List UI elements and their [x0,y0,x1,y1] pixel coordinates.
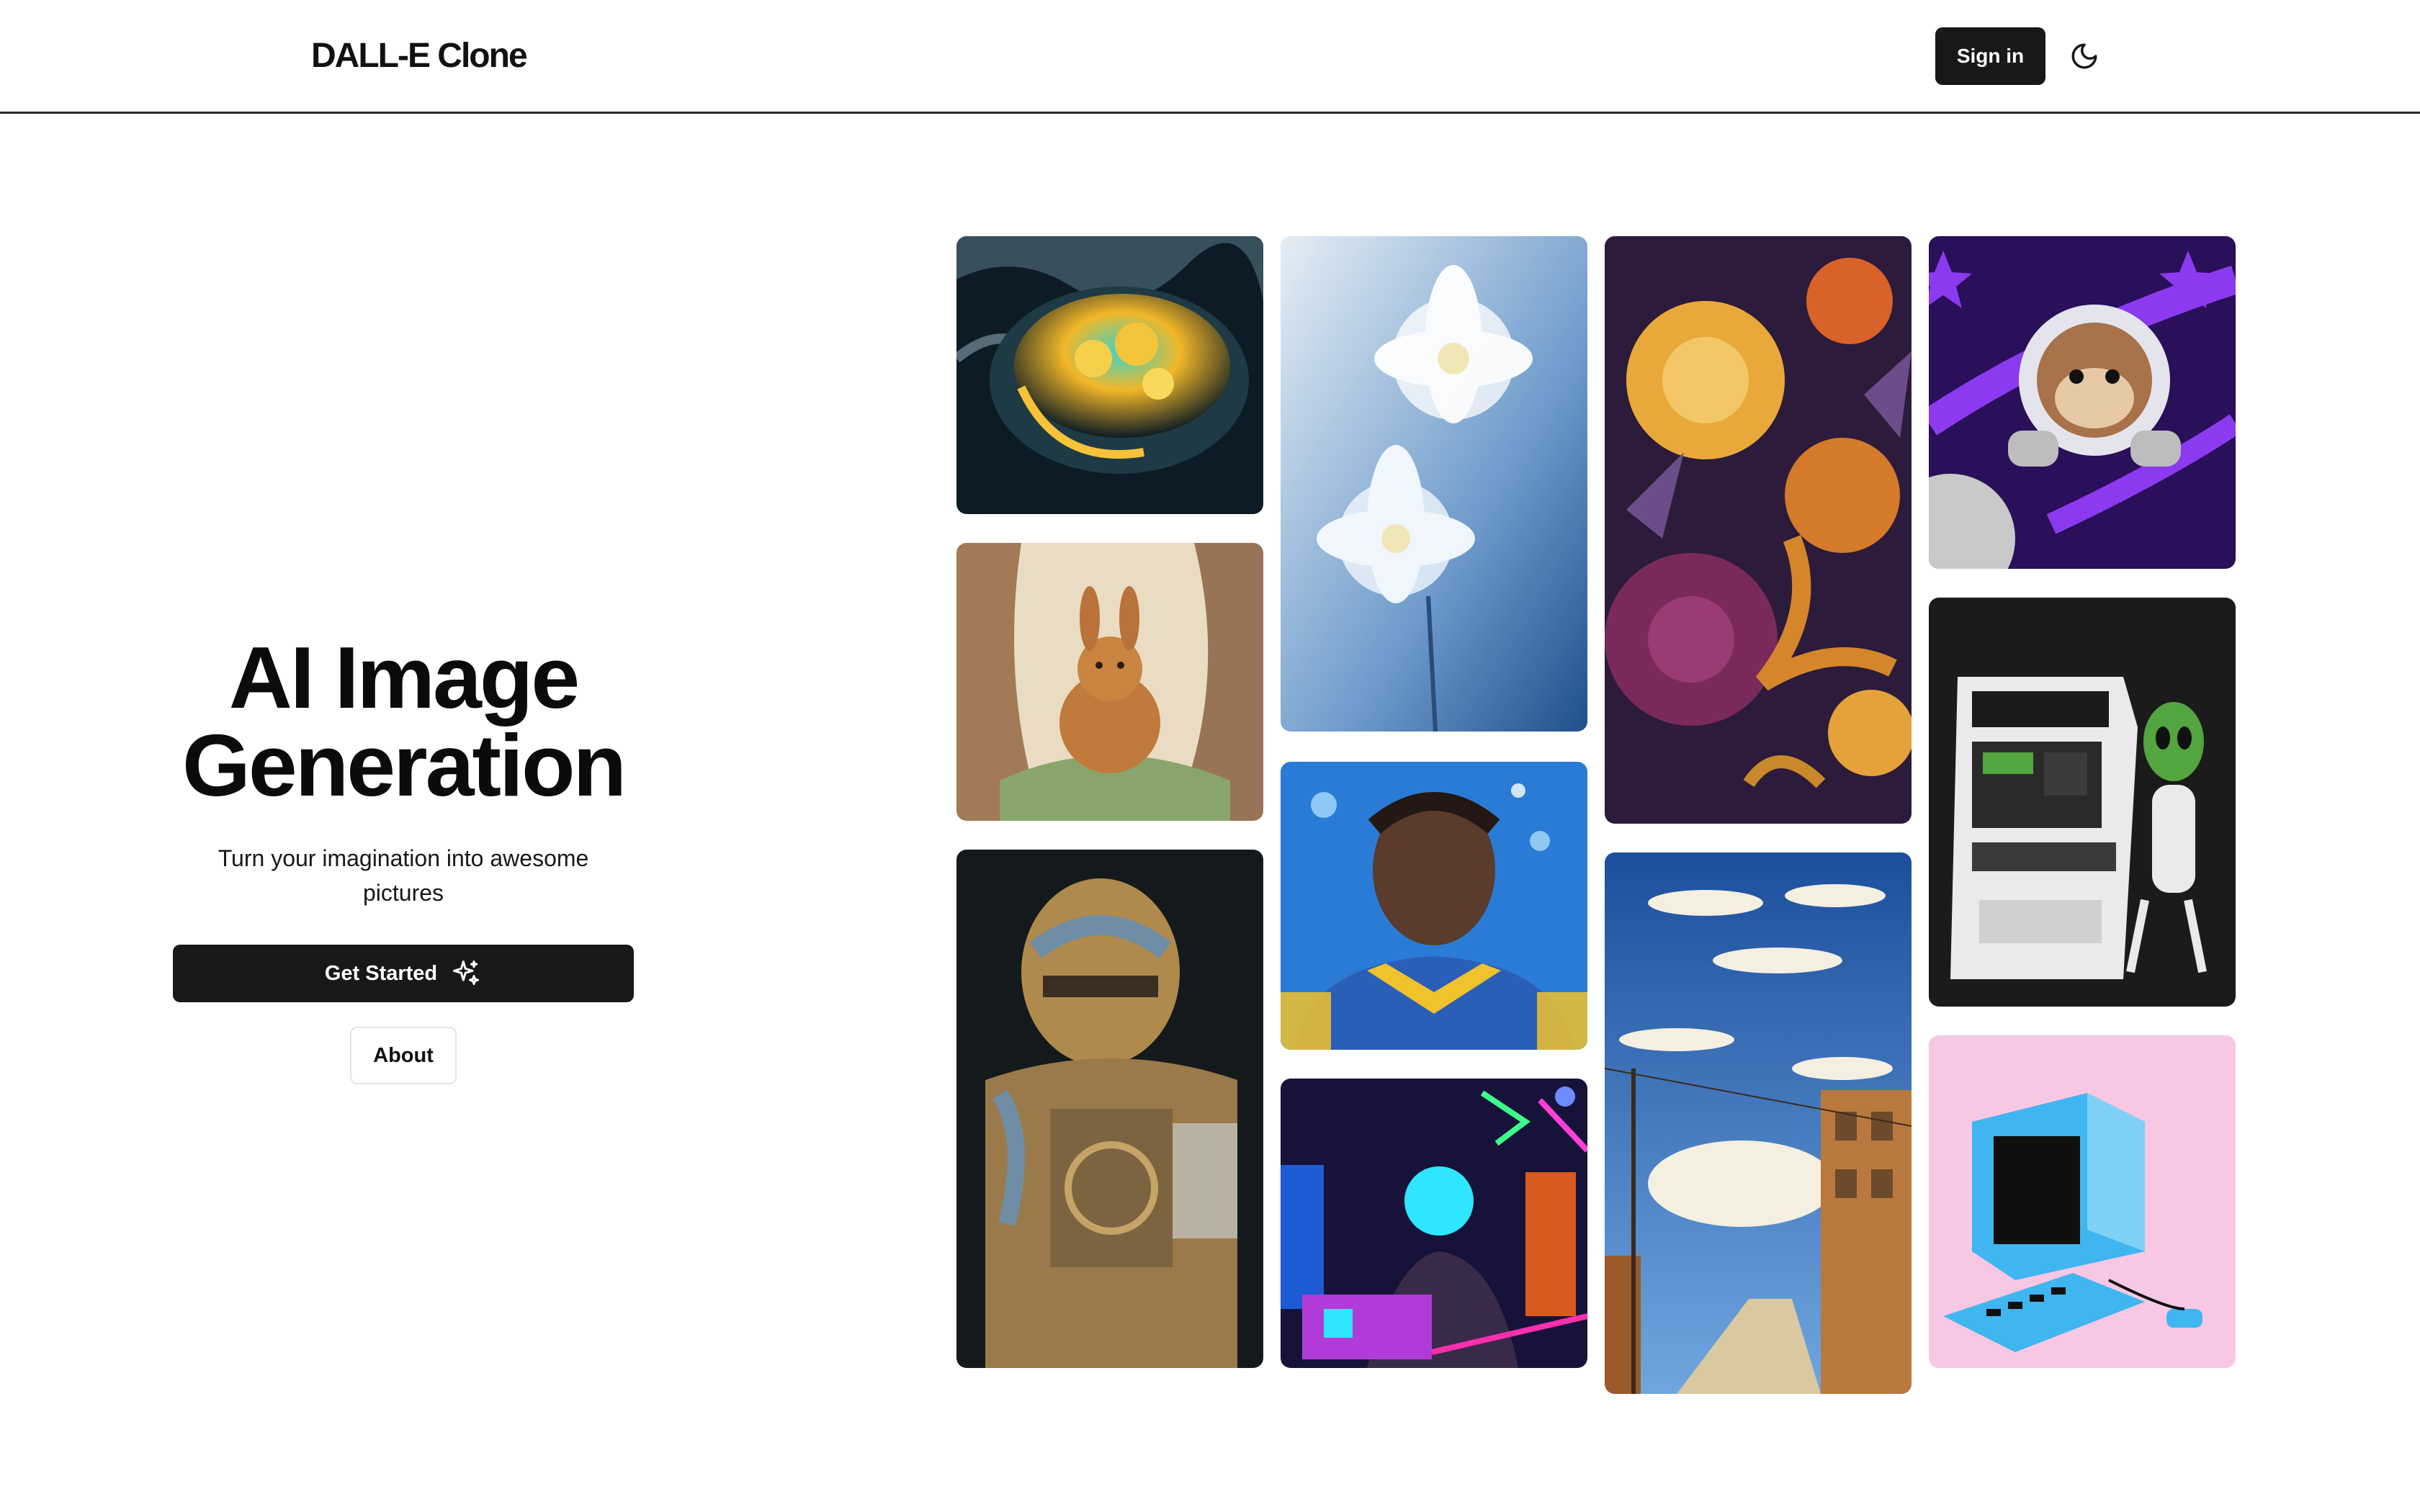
brand-logo-text[interactable]: DALL-E Clone [311,33,528,79]
gallery-image-bunny[interactable] [956,543,1263,821]
hero-title-line-2: Generation [182,716,627,814]
hero-subtitle-line-1: Turn your imagination into awesome [218,845,589,871]
robot-artwork [956,850,1263,1368]
hero-subtitle: Turn your imagination into awesome pictu… [187,841,619,910]
football-player-artwork [1281,762,1587,1050]
gallery-image-neon-dj[interactable] [1281,1079,1587,1368]
hero-subtitle-line-2: pictures [362,880,444,906]
hero-title: AI Image Generation [115,634,691,809]
neon-dj-artwork [1281,1079,1587,1368]
street-sky-artwork [1605,852,1912,1394]
gallery-image-football-player[interactable] [1281,762,1587,1050]
gallery-image-street-sky[interactable] [1605,852,1912,1394]
about-button[interactable]: About [350,1027,457,1084]
get-started-label: Get Started [324,961,438,985]
gallery-image-alien-arcade[interactable] [1929,598,2236,1007]
gallery-image-chrysanthemums[interactable] [1605,236,1912,824]
gallery-image-retro-computer[interactable] [1929,1035,2236,1368]
gallery-image-white-flowers[interactable] [1281,236,1587,732]
hero-title-line-1: AI Image [228,629,580,726]
get-started-button[interactable]: Get Started [173,945,634,1002]
alien-arcade-artwork [1929,598,2236,1007]
white-flowers-artwork [1281,236,1587,732]
moon-icon [2071,43,2097,69]
gallery-image-soup-bowl[interactable] [956,236,1263,514]
theme-toggle-button[interactable] [2066,37,2103,75]
gallery-image-robot[interactable] [956,850,1263,1368]
retro-computer-artwork [1929,1035,2236,1368]
top-navbar: DALL-E Clone Sign in [0,0,2420,114]
soup-bowl-artwork [956,236,1263,514]
space-monkey-artwork [1929,236,2236,569]
sparkles-icon [453,960,480,986]
bunny-artwork [956,543,1263,821]
gallery-image-space-monkey[interactable] [1929,236,2236,569]
chrysanthemums-artwork [1605,236,1912,824]
sign-in-button[interactable]: Sign in [1935,27,2045,85]
